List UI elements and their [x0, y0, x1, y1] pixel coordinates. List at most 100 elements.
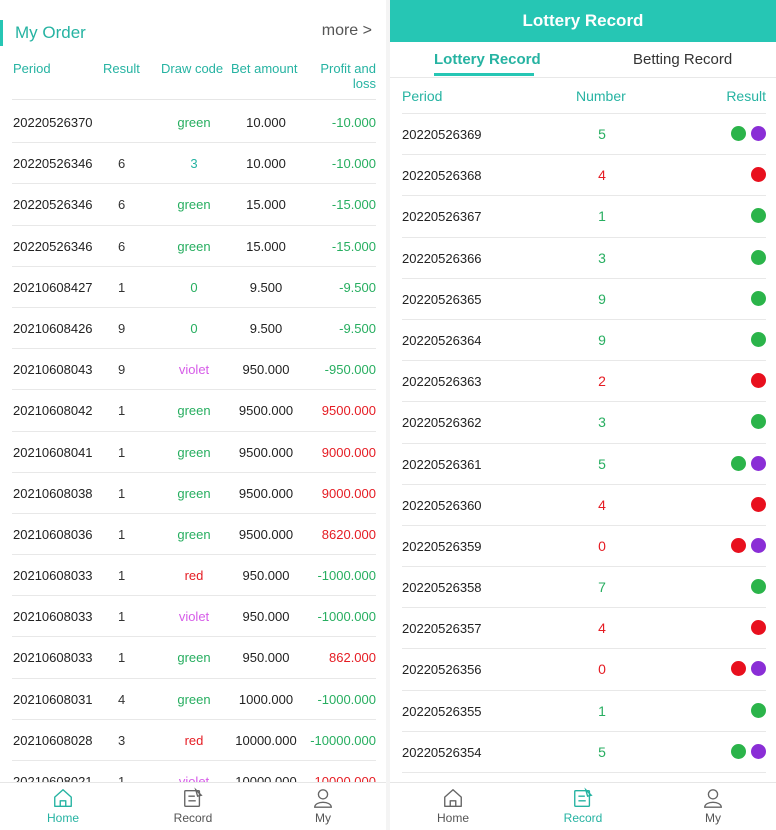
order-period: 20210608033 — [13, 568, 93, 584]
record-number: 4 — [598, 496, 606, 513]
order-list[interactable]: 20220526370 green 10.000 -10.000 20220526346… — [12, 102, 376, 782]
order-row[interactable]: 20220526370 green 10.000 -10.000 — [12, 102, 376, 144]
order-row[interactable]: 20220526346 6 green 15.000 -15.000 — [12, 184, 376, 226]
order-period: 20210608038 — [13, 485, 93, 501]
order-row[interactable]: 20210608038 1 green 9500.000 9000.000 — [12, 473, 376, 514]
record-number: 3 — [598, 414, 606, 431]
order-draw-code: green — [177, 403, 211, 419]
record-row[interactable]: 20220526358 7 — [402, 567, 766, 609]
nav-label: My — [315, 811, 331, 825]
order-period: 20210608021 — [13, 774, 93, 782]
order-row[interactable]: 20210608427 1 0 9.500 -9.500 — [12, 267, 376, 308]
order-profit-loss: 862.000 — [329, 650, 376, 666]
record-number: 3 — [598, 249, 606, 266]
order-row[interactable]: 20210608036 1 green 9500.000 8620.000 — [12, 514, 376, 556]
record-row[interactable]: 20220526360 4 — [402, 485, 766, 526]
order-draw-code: 0 — [190, 279, 198, 295]
record-period: 20220526361 — [402, 456, 482, 472]
order-profit-loss: -1000.000 — [317, 568, 376, 584]
order-profit-loss: 10000.000 — [314, 774, 376, 782]
nav-record[interactable]: Record — [143, 787, 243, 829]
record-number: 1 — [598, 702, 606, 719]
green-dot-icon — [731, 126, 746, 141]
record-list[interactable]: 20220526369 5 20220526368 4 20220526367 1 2022… — [402, 114, 766, 776]
nav-my[interactable]: My — [663, 787, 763, 829]
record-row[interactable]: 20220526368 4 — [402, 155, 766, 197]
green-dot-icon — [751, 702, 766, 718]
record-number: 4 — [598, 620, 606, 637]
violet-dot-icon — [751, 537, 766, 553]
order-draw-code: violet — [178, 362, 210, 378]
order-row[interactable]: 20210608041 1 green 9500.000 9000.000 — [12, 432, 376, 473]
record-icon — [572, 787, 594, 809]
order-draw-code: violet — [178, 609, 210, 625]
record-row[interactable]: 20220526364 9 — [402, 320, 766, 362]
order-row[interactable]: 20220526346 6 green 15.000 -15.000 — [12, 226, 376, 267]
order-row[interactable]: 20210608021 1 violet 10000.000 10000.000 — [12, 761, 376, 782]
order-profit-loss: -10000.000 — [310, 732, 376, 748]
record-row[interactable]: 20220526363 2 — [402, 361, 766, 403]
record-row[interactable]: 20220526367 1 — [402, 196, 766, 238]
record-result-dots — [731, 126, 766, 142]
nav-home[interactable]: Home — [403, 787, 503, 829]
order-profit-loss: -10.000 — [331, 115, 376, 130]
record-period: 20220526364 — [402, 332, 482, 348]
order-result: 6 — [118, 197, 126, 213]
record-row[interactable]: 20220526354 5 — [402, 732, 766, 773]
record-row[interactable]: 20220526362 3 — [402, 402, 766, 444]
record-result-dots — [751, 208, 766, 224]
record-row[interactable]: 20220526359 0 — [402, 526, 766, 568]
more-link[interactable]: more > — [322, 22, 372, 40]
green-dot-icon — [751, 290, 766, 306]
order-period: 20210608043 — [13, 362, 93, 378]
red-dot-icon — [731, 661, 746, 677]
record-result-dots — [751, 579, 766, 595]
nav-label: Home — [46, 811, 79, 825]
tab-lottery-record[interactable]: Lottery Record — [434, 50, 541, 70]
order-row[interactable]: 20220526346 6 3 10.000 -10.000 — [12, 143, 376, 185]
order-period: 20210608033 — [13, 650, 93, 666]
green-dot-icon — [731, 455, 746, 471]
column-result: Result — [726, 88, 766, 104]
record-row[interactable]: 20220526366 3 — [402, 238, 766, 279]
tab-betting-record[interactable]: Betting Record — [633, 50, 732, 70]
record-result-dots — [731, 455, 766, 472]
record-number: 9 — [598, 331, 606, 348]
order-row[interactable]: 20210608042 1 green 9500.000 9500.000 — [12, 390, 376, 432]
order-row[interactable]: 20210608033 1 green 950.000 862.000 — [12, 637, 376, 679]
order-draw-code: green — [177, 691, 211, 707]
order-draw-code: red — [184, 732, 204, 748]
nav-my[interactable]: My — [273, 787, 373, 829]
record-number: 2 — [598, 373, 606, 390]
record-row[interactable]: 20220526357 4 — [402, 608, 766, 650]
record-period: 20220526358 — [402, 580, 482, 596]
order-row[interactable]: 20210608426 9 0 9.500 -9.500 — [12, 308, 376, 350]
nav-home[interactable]: Home — [13, 787, 113, 829]
record-row[interactable]: 20220526355 1 — [402, 691, 766, 732]
red-dot-icon — [731, 537, 746, 553]
record-period: 20220526368 — [402, 168, 482, 184]
order-row[interactable]: 20210608043 9 violet 950.000 -950.000 — [12, 349, 376, 391]
order-row[interactable]: 20210608033 1 violet 950.000 -1000.000 — [12, 596, 376, 638]
record-row[interactable]: 20220526369 5 — [402, 114, 766, 156]
my-order-header: My Order more > — [0, 18, 386, 48]
record-row[interactable]: 20220526356 0 — [402, 649, 766, 691]
order-draw-code: green — [177, 238, 211, 254]
order-result: 4 — [118, 691, 126, 707]
order-period: 20210608033 — [13, 609, 93, 625]
order-row[interactable]: 20210608031 4 green 1000.000 -1000.000 — [12, 679, 376, 720]
user-icon — [702, 787, 724, 809]
nav-record[interactable]: Record — [533, 787, 633, 829]
home-icon — [52, 787, 74, 809]
record-row[interactable]: 20220526361 5 — [402, 444, 766, 485]
order-draw-code: violet — [178, 774, 210, 782]
record-row[interactable]: 20220526365 9 — [402, 279, 766, 320]
order-result: 1 — [118, 279, 126, 295]
order-result: 1 — [118, 444, 126, 460]
order-row[interactable]: 20210608028 3 red 10000.000 -10000.000 — [12, 720, 376, 761]
lottery-record-panel: Lottery Record Lottery Record Betting Re… — [390, 0, 776, 830]
order-profit-loss: -9.500 — [339, 279, 376, 295]
order-row[interactable]: 20210608033 1 red 950.000 -1000.000 — [12, 555, 376, 597]
active-tab-indicator — [434, 73, 534, 76]
order-period: 20210608031 — [13, 691, 93, 707]
